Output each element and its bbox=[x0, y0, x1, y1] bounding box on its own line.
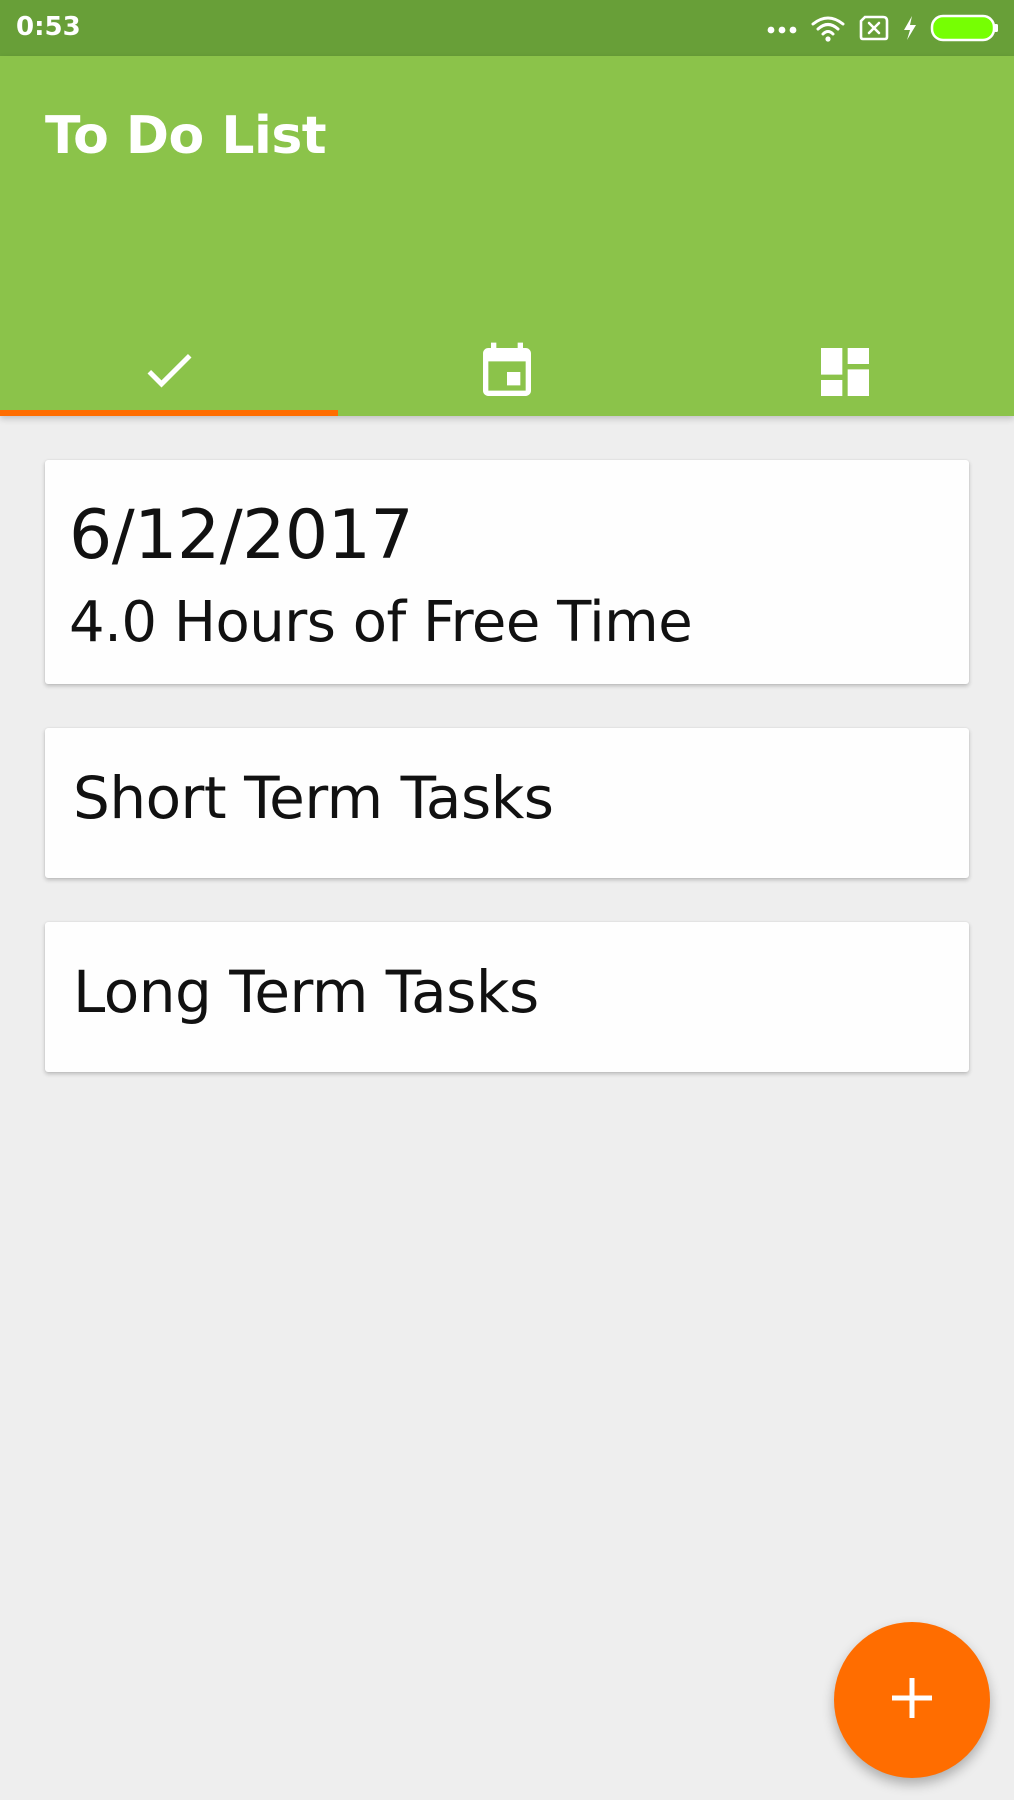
short-term-tasks-card[interactable]: Short Term Tasks bbox=[45, 728, 969, 878]
wifi-icon bbox=[810, 14, 846, 42]
add-task-button[interactable] bbox=[834, 1622, 990, 1778]
status-bar: 0:53 bbox=[0, 0, 1014, 56]
check-icon bbox=[139, 266, 199, 400]
date-label: 6/12/2017 bbox=[69, 496, 414, 575]
tab-dashboard[interactable] bbox=[676, 266, 1014, 416]
tab-tasks[interactable] bbox=[0, 266, 338, 416]
tab-selected-indicator bbox=[0, 410, 338, 416]
battery-icon bbox=[930, 13, 1000, 43]
no-sim-icon bbox=[858, 15, 890, 41]
tab-calendar[interactable] bbox=[338, 266, 676, 416]
short-term-tasks-label: Short Term Tasks bbox=[73, 764, 554, 832]
calendar-icon bbox=[475, 266, 539, 404]
tab-bar bbox=[0, 266, 1014, 416]
plus-icon bbox=[888, 1674, 936, 1727]
long-term-tasks-card[interactable]: Long Term Tasks bbox=[45, 922, 969, 1072]
more-dots-icon bbox=[766, 22, 798, 34]
long-term-tasks-label: Long Term Tasks bbox=[73, 958, 539, 1026]
app-bar: To Do List bbox=[0, 56, 1014, 416]
charging-bolt-icon bbox=[902, 15, 918, 41]
status-icons bbox=[766, 10, 1000, 46]
page-title: To Do List bbox=[45, 106, 327, 166]
free-time-card[interactable]: 6/12/2017 4.0 Hours of Free Time bbox=[45, 460, 969, 684]
status-time: 0:53 bbox=[16, 12, 81, 42]
dashboard-icon bbox=[813, 266, 877, 404]
free-time-label: 4.0 Hours of Free Time bbox=[69, 590, 693, 655]
